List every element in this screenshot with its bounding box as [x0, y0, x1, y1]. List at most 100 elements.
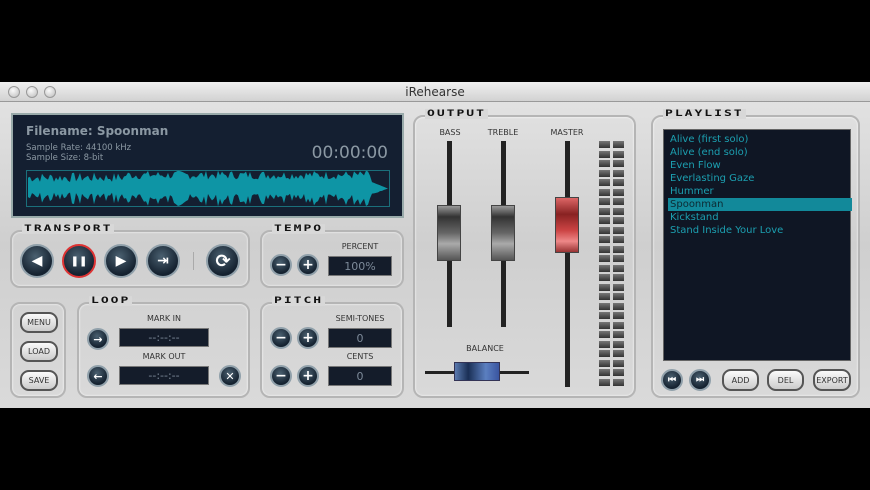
playlist-item[interactable]: Stand Inside Your Love: [668, 224, 852, 237]
percent-caption: PERCENT: [341, 242, 379, 251]
meter-led: [613, 236, 624, 243]
window-title: iRehearse: [405, 85, 465, 99]
pitch-label: PITCH: [272, 295, 326, 306]
play-button[interactable]: ▶: [104, 244, 138, 278]
meter-led: [599, 378, 610, 386]
skip-end-icon: ⇥: [157, 253, 169, 269]
playlist-panel: PLAYLIST Alive (first solo) Alive (end so…: [651, 109, 860, 398]
pause-button[interactable]: ❚❚: [62, 244, 96, 278]
meter-led: [599, 198, 610, 205]
meter-led: [613, 283, 624, 291]
meter-led: [599, 264, 610, 272]
mark-out-caption: MARK OUT: [142, 352, 186, 361]
playlist-list[interactable]: Alive (first solo) Alive (end solo) Even F…: [663, 129, 852, 361]
playlist-label: PLAYLIST: [663, 108, 746, 119]
playlist-item[interactable]: Hummer: [668, 185, 852, 198]
meter-led: [613, 302, 624, 310]
meter-led: [599, 169, 610, 177]
mark-out-field[interactable]: --:--:--: [119, 366, 209, 385]
plus-icon: +: [302, 257, 314, 273]
meter-led: [613, 255, 624, 262]
playlist-item[interactable]: Everlasting Gaze: [668, 172, 852, 185]
set-mark-out-button[interactable]: ←: [87, 365, 109, 387]
semitones-minus-button[interactable]: −: [270, 327, 292, 349]
arrow-right-icon: →: [93, 332, 103, 346]
meter-led: [599, 236, 610, 243]
export-button[interactable]: EXPORT: [813, 369, 851, 391]
meter-led: [599, 321, 610, 329]
previous-track-button[interactable]: ⏮: [661, 369, 683, 391]
playlist-item[interactable]: Alive (first solo): [668, 133, 852, 146]
semitones-plus-button[interactable]: +: [297, 327, 319, 349]
pause-icon: ❚❚: [70, 255, 88, 267]
transport-panel: TRANSPORT ◀ ❚❚ ▶ ⇥ ⟳: [10, 224, 250, 288]
meter-led: [599, 274, 610, 281]
skip-to-end-button[interactable]: ⇥: [146, 244, 180, 278]
meter-led: [599, 179, 610, 186]
treble-fader[interactable]: [491, 205, 515, 261]
tempo-value[interactable]: 100%: [328, 256, 392, 276]
delete-button[interactable]: DEL: [767, 369, 804, 391]
plus-icon: +: [302, 368, 314, 384]
master-fader[interactable]: [555, 197, 579, 253]
loop-label: LOOP: [89, 295, 133, 306]
arrow-left-icon: ←: [93, 369, 103, 383]
output-panel: OUTPUT BASS TREBLE MASTER BALANCE: [413, 109, 636, 398]
plus-icon: +: [302, 330, 314, 346]
cents-plus-button[interactable]: +: [297, 365, 319, 387]
meter-led: [599, 369, 610, 376]
mark-in-field[interactable]: --:--:--: [119, 328, 209, 347]
meter-led: [613, 226, 624, 234]
sample-rate: Sample Rate: 44100 kHz: [26, 143, 132, 153]
tempo-plus-button[interactable]: +: [297, 254, 319, 276]
title-bar: iRehearse: [0, 82, 870, 102]
filename: Filename: Spoonman: [26, 124, 169, 138]
play-icon: ▶: [115, 253, 127, 269]
save-button[interactable]: SAVE: [20, 370, 58, 391]
semitones-value[interactable]: 0: [328, 328, 392, 348]
meter-led: [613, 245, 624, 253]
playlist-item[interactable]: Spoonman: [668, 198, 852, 211]
meter-led: [599, 283, 610, 291]
skip-forward-icon: ⏭: [695, 375, 705, 385]
playlist-item[interactable]: Even Flow: [668, 159, 852, 172]
next-track-button[interactable]: ⏭: [689, 369, 711, 391]
playlist-item[interactable]: Kickstand: [668, 211, 852, 224]
meter-led: [613, 169, 624, 177]
meter-led: [599, 331, 610, 338]
load-button[interactable]: LOAD: [20, 341, 58, 362]
cents-caption: CENTS: [346, 352, 374, 361]
bass-caption: BASS: [439, 128, 461, 137]
treble-caption: TREBLE: [487, 128, 519, 137]
tempo-label: TEMPO: [272, 223, 326, 234]
add-button[interactable]: ADD: [722, 369, 759, 391]
waveform[interactable]: [26, 170, 390, 207]
balance-slider[interactable]: [454, 362, 500, 381]
cents-value[interactable]: 0: [328, 366, 392, 386]
meter-led: [613, 217, 624, 224]
rewind-button[interactable]: ◀: [20, 244, 54, 278]
bass-fader[interactable]: [437, 205, 461, 261]
meter-led: [613, 350, 624, 357]
clear-loop-button[interactable]: ✕: [219, 365, 241, 387]
minus-icon: −: [275, 330, 287, 346]
cents-minus-button[interactable]: −: [270, 365, 292, 387]
set-mark-in-button[interactable]: →: [87, 328, 109, 350]
meter-led: [599, 160, 610, 167]
playlist-item[interactable]: Alive (end solo): [668, 146, 852, 159]
meter-led: [613, 198, 624, 205]
tempo-panel: TEMPO − + PERCENT 100%: [260, 224, 404, 288]
divider: [193, 252, 194, 270]
meter-led: [613, 150, 624, 158]
output-label: OUTPUT: [425, 108, 488, 119]
rewind-icon: ◀: [31, 253, 43, 269]
meter-led: [613, 293, 624, 300]
tempo-minus-button[interactable]: −: [270, 254, 292, 276]
meter-led: [613, 340, 624, 348]
time-display: 00:00:00: [311, 143, 388, 163]
app-window: iRehearse Filename: Spoonman Sample Rate…: [0, 82, 870, 408]
pitch-panel: PITCH SEMI-TONES − + 0 CENTS − + 0: [260, 296, 404, 398]
loop-toggle-button[interactable]: ⟳: [206, 244, 240, 278]
meter-led: [613, 378, 624, 386]
menu-button[interactable]: MENU: [20, 312, 58, 333]
